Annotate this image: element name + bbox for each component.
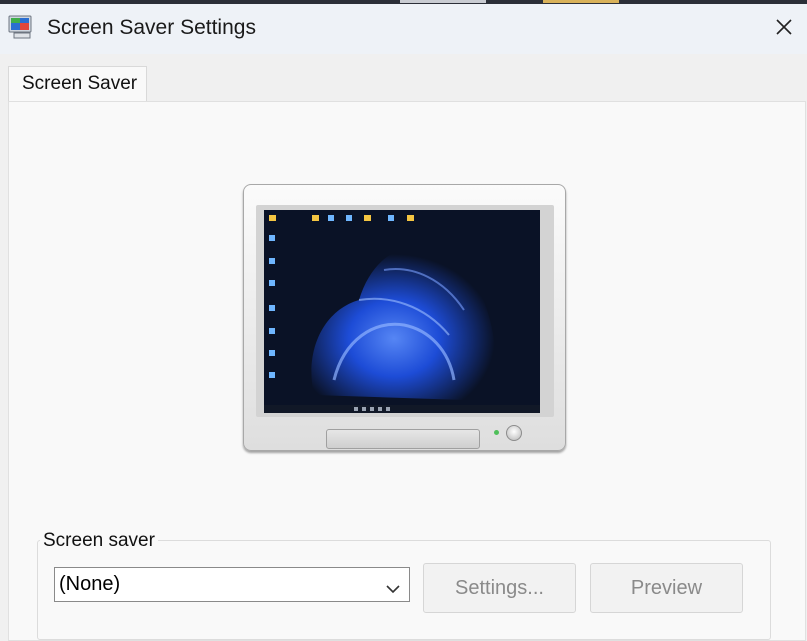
monitor-screen — [264, 210, 540, 413]
screen-saver-group-label: Screen saver — [40, 530, 158, 552]
power-button-icon — [506, 425, 522, 441]
taskbar-segment — [400, 0, 486, 3]
screen-saver-select-value: (None) — [59, 573, 121, 595]
monitor-preview-illustration — [243, 184, 566, 451]
window-title: Screen Saver Settings — [47, 16, 256, 39]
screen-saver-select[interactable]: (None) — [54, 567, 410, 602]
close-button[interactable] — [761, 4, 807, 54]
monitor-bezel — [256, 205, 554, 417]
settings-button[interactable]: Settings... — [423, 563, 576, 613]
display-icon — [8, 14, 34, 40]
chevron-down-icon — [385, 578, 401, 594]
power-led-icon — [494, 430, 499, 435]
monitor-base-slot — [326, 429, 480, 449]
taskbar-segment-active — [543, 0, 619, 3]
tab-screen-saver[interactable]: Screen Saver — [8, 66, 147, 102]
preview-button[interactable]: Preview — [590, 563, 743, 613]
close-icon — [776, 18, 792, 40]
title-bar[interactable]: Screen Saver Settings — [0, 4, 807, 54]
